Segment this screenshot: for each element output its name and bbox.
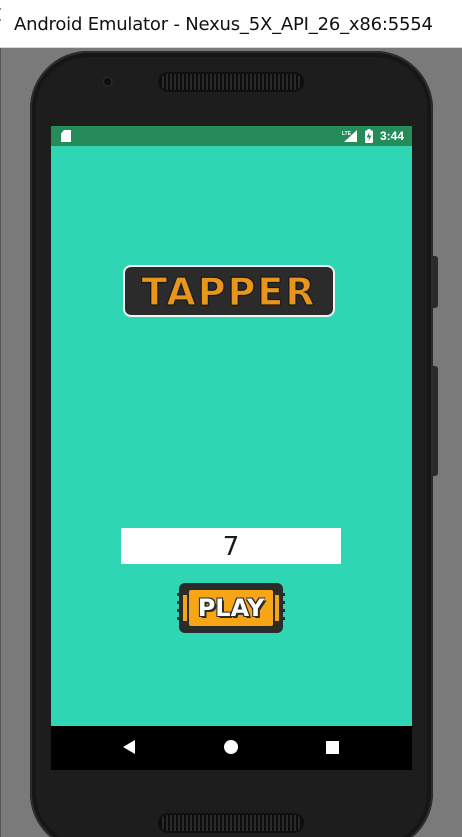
logo-text: TAPPER [141,270,316,314]
device-screen: LTE 3:44 TAPPER 7 PLAY [51,126,412,770]
status-clock: 3:44 [380,129,405,143]
window-title: Android Emulator - Nexus_5X_API_26_x86:5… [14,14,433,35]
bottom-speaker-grille [160,815,302,831]
front-camera [102,76,113,87]
sd-card-icon [61,130,71,142]
play-button[interactable]: PLAY [177,581,285,635]
power-button[interactable] [433,256,438,308]
window-titlebar[interactable]: Android Emulator - Nexus_5X_API_26_x86:5… [0,0,462,48]
play-label: PLAY [197,594,265,622]
recents-icon[interactable] [326,741,339,754]
window-edge [0,48,1,837]
status-bar: LTE 3:44 [51,126,412,146]
lte-signal-icon: LTE [342,130,357,142]
volume-button[interactable] [433,366,438,476]
home-icon[interactable] [224,740,238,754]
score-display: 7 [121,528,341,564]
navigation-bar [51,726,412,770]
battery-charging-icon [365,129,373,143]
back-icon[interactable] [123,740,135,754]
tapper-logo: TAPPER [123,265,335,317]
svg-text:LTE: LTE [342,131,352,137]
chevron-left-icon [0,8,7,21]
top-speaker-grille [160,74,302,90]
